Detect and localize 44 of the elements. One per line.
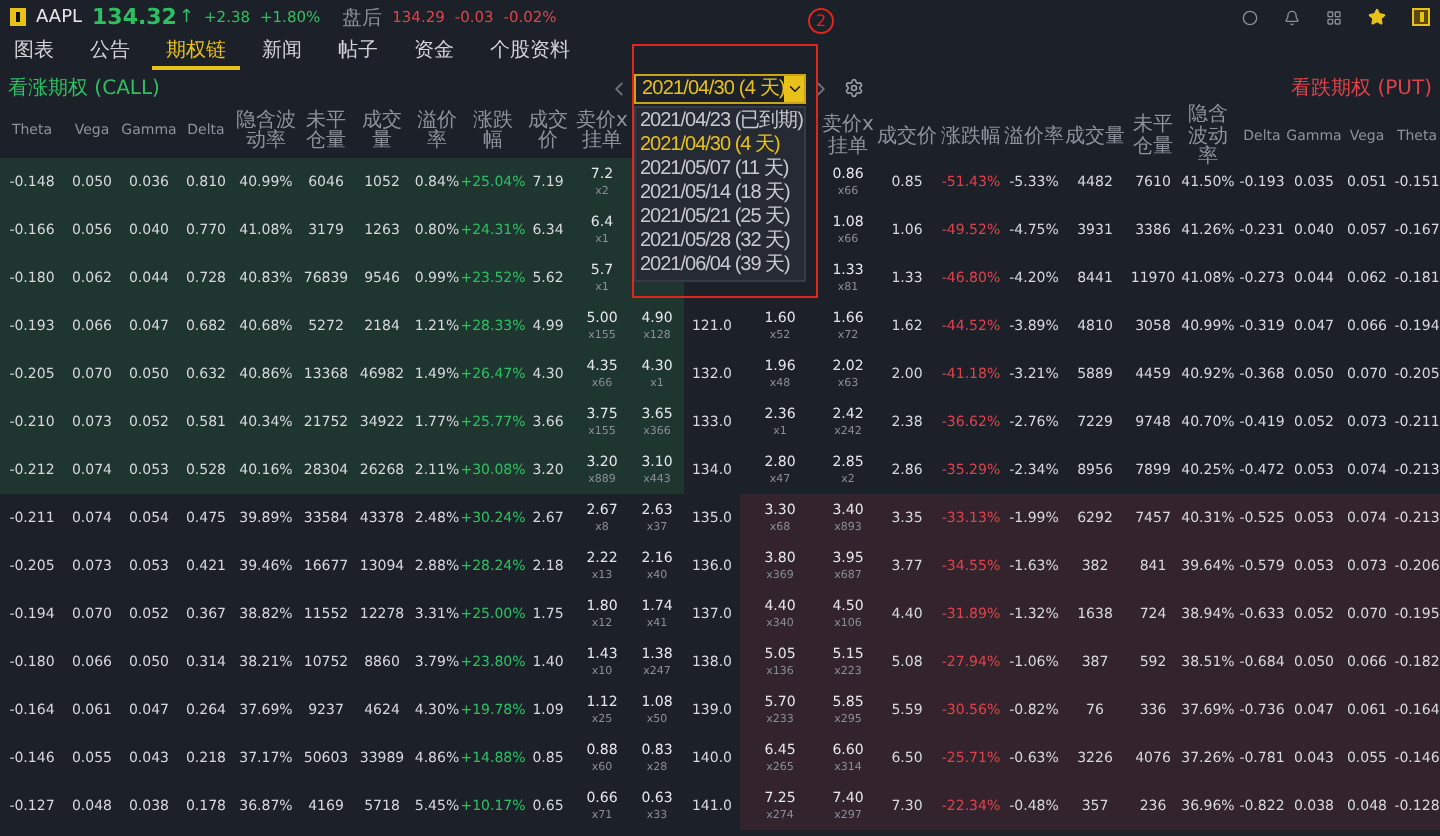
column-header: 溢价率 xyxy=(415,111,459,153)
column-header: 未平仓量 xyxy=(1131,116,1175,159)
column-header: 卖价x挂单 xyxy=(820,116,876,159)
column-header: 隐含波动率 xyxy=(234,111,298,153)
bell-icon[interactable] xyxy=(1284,9,1300,25)
star-icon[interactable] xyxy=(1368,8,1386,26)
up-arrow: ↑ xyxy=(178,7,195,27)
expiry-option[interactable]: 2021/06/04 (39 天) xyxy=(636,253,804,277)
caret-icon[interactable] xyxy=(784,75,804,101)
column-header: 成交价 xyxy=(526,111,570,153)
settings-icon[interactable] xyxy=(844,78,864,98)
expiry-option[interactable]: 2021/04/30 (4 天) xyxy=(636,133,804,157)
circle-icon[interactable] xyxy=(1242,9,1258,25)
step-number-badge: 2 xyxy=(808,8,834,34)
panel-icon[interactable] xyxy=(1412,8,1430,26)
put-label: 看跌期权 (PUT) xyxy=(1291,75,1432,102)
column-header: 卖价x挂单 xyxy=(574,111,630,153)
column-header: 溢价率 xyxy=(1004,127,1064,148)
tab[interactable]: 新闻 xyxy=(248,34,316,70)
column-header: 涨跌幅 xyxy=(941,127,1001,148)
column-header: 成交量 xyxy=(360,111,404,153)
expiry-option[interactable]: 2021/05/21 (25 天) xyxy=(636,205,804,229)
grid-icon[interactable] xyxy=(1326,9,1342,25)
expiry-option[interactable]: 2021/05/07 (11 天) xyxy=(636,157,804,181)
expiry-option[interactable]: 2021/05/28 (32 天) xyxy=(636,229,804,253)
expiry-select[interactable]: 2021/04/30 (4 天) xyxy=(634,73,806,103)
tab[interactable]: 公告 xyxy=(76,34,144,70)
expiry-option[interactable]: 2021/04/23 (已到期) xyxy=(636,109,804,133)
tab[interactable]: 帖子 xyxy=(324,34,392,70)
tab[interactable]: 资金 xyxy=(400,34,468,70)
tab[interactable]: 期权链 xyxy=(152,34,240,70)
call-label: 看涨期权 (CALL) xyxy=(8,75,160,102)
column-header: 隐含波动率 xyxy=(1186,106,1230,169)
expiry-option[interactable]: 2021/05/14 (18 天) xyxy=(636,181,804,205)
column-header: 涨跌幅 xyxy=(471,111,515,153)
session-label: 盘后 xyxy=(342,5,383,31)
ticker-symbol: AAPL xyxy=(36,7,83,27)
tab[interactable]: 个股资料 xyxy=(476,34,584,70)
column-header: 成交价 xyxy=(877,127,937,148)
column-header: 未平仓量 xyxy=(304,111,348,153)
tab[interactable]: 图表 xyxy=(0,34,68,70)
last-price: 134.32 xyxy=(92,4,177,30)
logo-icon xyxy=(10,8,26,26)
column-header: 成交量 xyxy=(1065,127,1125,148)
